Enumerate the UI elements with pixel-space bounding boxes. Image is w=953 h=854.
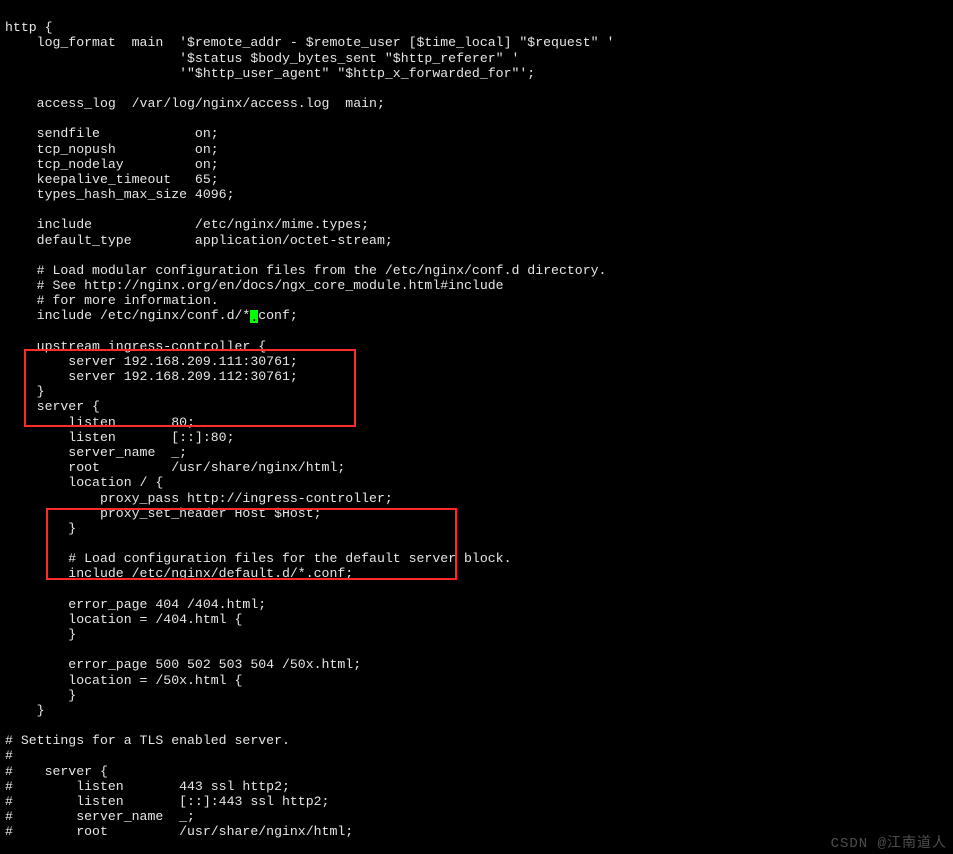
code-line: sendfile on; — [5, 126, 219, 141]
code-line: proxy_pass http://ingress-controller; — [5, 491, 393, 506]
code-line: types_hash_max_size 4096; — [5, 187, 235, 202]
code-line: error_page 404 /404.html; — [5, 597, 266, 612]
code-line: access_log /var/log/nginx/access.log mai… — [5, 96, 385, 111]
code-line: # Settings for a TLS enabled server. — [5, 733, 290, 748]
code-line: } — [5, 703, 45, 718]
code-line: keepalive_timeout 65; — [5, 172, 219, 187]
code-line: proxy_set_header Host $Host; — [5, 506, 322, 521]
code-line: } — [5, 688, 76, 703]
code-line: root /usr/share/nginx/html; — [5, 460, 345, 475]
code-line: '"$http_user_agent" "$http_x_forwarded_f… — [5, 66, 535, 81]
code-line: location = /404.html { — [5, 612, 242, 627]
code-line: log_format main '$remote_addr - $remote_… — [5, 35, 614, 50]
watermark-text: CSDN @江南道人 — [831, 836, 947, 852]
code-line: # for more information. — [5, 293, 219, 308]
code-line: # server { — [5, 764, 108, 779]
code-line: location = /50x.html { — [5, 673, 242, 688]
code-line: include /etc/nginx/mime.types; — [5, 217, 369, 232]
code-line: include /etc/nginx/conf.d/* — [5, 308, 250, 323]
code-line: } — [5, 384, 45, 399]
code-line: server_name _; — [5, 445, 187, 460]
code-line: upstream ingress-controller { — [5, 339, 266, 354]
code-line: '$status $body_bytes_sent "$http_referer… — [5, 51, 519, 66]
code-line: error_page 500 502 503 504 /50x.html; — [5, 657, 361, 672]
code-line: default_type application/octet-stream; — [5, 233, 393, 248]
code-line: # root /usr/share/nginx/html; — [5, 824, 353, 839]
code-line: tcp_nodelay on; — [5, 157, 219, 172]
code-line: # server_name _; — [5, 809, 195, 824]
code-line: server { — [5, 399, 100, 414]
code-line: # listen [::]:443 ssl http2; — [5, 794, 329, 809]
code-line: server 192.168.209.111:30761; — [5, 354, 298, 369]
code-line: tcp_nopush on; — [5, 142, 219, 157]
code-line: } — [5, 521, 76, 536]
code-line: } — [5, 627, 76, 642]
code-line-tail: conf; — [258, 308, 298, 323]
terminal-output[interactable]: http { log_format main '$remote_addr - $… — [5, 20, 614, 839]
code-line: # Load modular configuration files from … — [5, 263, 606, 278]
code-line: # — [5, 748, 13, 763]
code-line: # See http://nginx.org/en/docs/ngx_core_… — [5, 278, 504, 293]
code-line: include /etc/nginx/default.d/*.conf; — [5, 566, 353, 581]
code-line: server 192.168.209.112:30761; — [5, 369, 298, 384]
code-line: http { — [5, 20, 52, 35]
code-line: listen [::]:80; — [5, 430, 235, 445]
code-line: # Load configuration files for the defau… — [5, 551, 511, 566]
code-line: location / { — [5, 475, 163, 490]
code-line: listen 80; — [5, 415, 195, 430]
code-line: # listen 443 ssl http2; — [5, 779, 290, 794]
